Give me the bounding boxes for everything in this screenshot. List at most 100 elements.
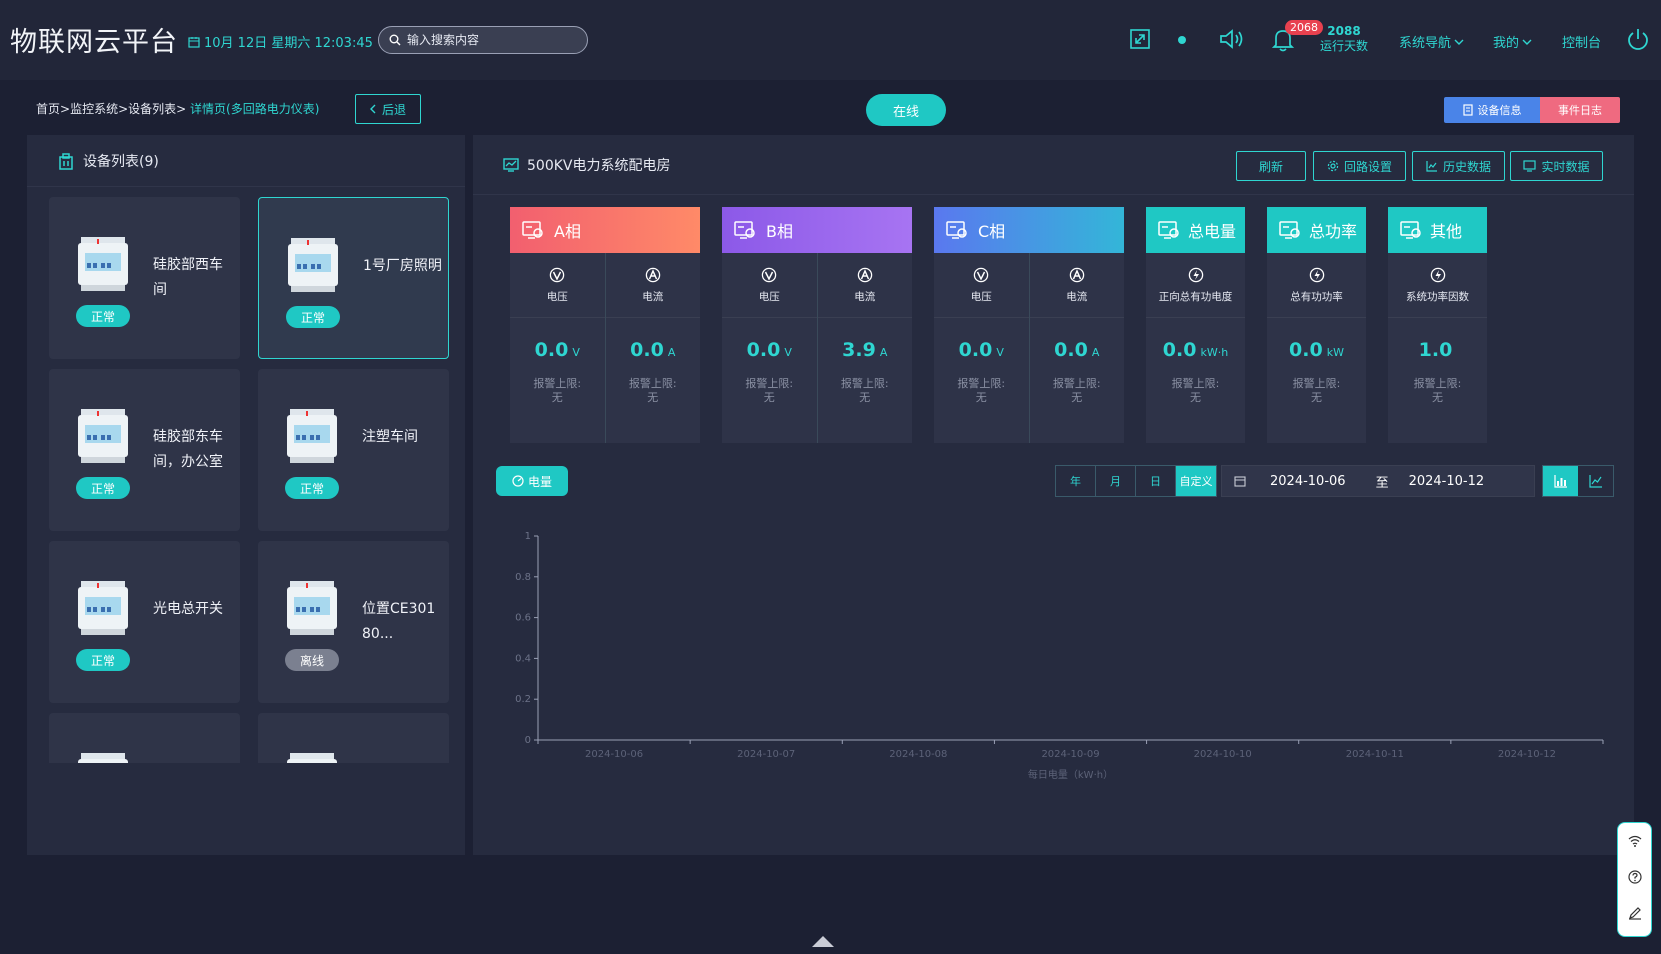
card-title: A相 bbox=[554, 222, 581, 241]
calendar-icon bbox=[188, 36, 200, 48]
chevron-down-icon bbox=[1454, 39, 1464, 45]
period-year[interactable]: 年 bbox=[1056, 466, 1096, 496]
status-badge: 正常 bbox=[285, 477, 339, 499]
volume-icon[interactable] bbox=[1218, 28, 1244, 50]
alarm-limit: 报警上限: 无 bbox=[510, 377, 605, 405]
x-tick-label: 2024-10-09 bbox=[1041, 749, 1099, 760]
phase-c-card: C相 电压 0.0 V 报警上限: 无 电流 0.0 A 报警上限: 无 bbox=[934, 207, 1124, 443]
device-card[interactable]: 硅胶部西车间 正常 bbox=[49, 197, 240, 359]
phase-b-card: B相 电压 0.0 V 报警上限: 无 电流 3.9 A 报警上限: 无 bbox=[722, 207, 912, 443]
loop-settings-label: 回路设置 bbox=[1343, 159, 1392, 174]
breadcrumb-monitor[interactable]: 监控系统 bbox=[70, 102, 118, 116]
date-range-separator: 至 bbox=[1375, 475, 1389, 491]
alarm-value: 无 bbox=[647, 391, 659, 404]
alarm-label: 报警上限: bbox=[1052, 377, 1101, 390]
power-icon[interactable] bbox=[1627, 28, 1649, 50]
metric-unit: A bbox=[667, 346, 676, 359]
gauge-icon bbox=[512, 475, 524, 487]
device-name: 1号厂房照明 bbox=[363, 258, 442, 274]
power-meter-icon bbox=[288, 238, 338, 292]
device-card[interactable]: 硅胶部东车间，办公室 正常 bbox=[49, 369, 240, 531]
energy-tab-button[interactable]: 电量 bbox=[496, 466, 568, 496]
device-monitor-icon bbox=[1158, 221, 1179, 239]
back-button[interactable]: 后退 bbox=[355, 94, 421, 124]
metric-label: 电压 bbox=[758, 291, 780, 303]
refresh-button[interactable]: 刷新 bbox=[1236, 151, 1306, 181]
mine-label: 我的 bbox=[1493, 36, 1520, 51]
y-tick-label: 0.4 bbox=[515, 653, 531, 664]
bar-chart-button[interactable] bbox=[1543, 466, 1578, 496]
x-tick-label: 2024-10-08 bbox=[889, 749, 947, 760]
device-info-label: 设备信息 bbox=[1477, 104, 1522, 117]
power-meter-icon bbox=[78, 237, 128, 291]
device-card[interactable]: 位置CE30180... 离线 bbox=[258, 541, 449, 703]
period-month[interactable]: 月 bbox=[1096, 466, 1136, 496]
building-icon bbox=[59, 152, 73, 170]
event-log-button[interactable]: 事件日志 bbox=[1540, 97, 1620, 123]
collapse-up-icon[interactable] bbox=[812, 936, 834, 947]
period-custom[interactable]: 自定义 bbox=[1176, 466, 1216, 496]
breadcrumb-home[interactable]: 首页 bbox=[36, 102, 60, 116]
metric-value: 0.0 A bbox=[1030, 339, 1125, 361]
card-title: 总功率 bbox=[1309, 222, 1358, 241]
system-nav-label: 系统导航 bbox=[1399, 36, 1452, 51]
card-header: 总电量 bbox=[1146, 207, 1245, 253]
start-date[interactable]: 2024-10-06 bbox=[1270, 474, 1346, 489]
device-grid: 硅胶部西车间 正常 1号厂房照明 正常 硅胶部东车间，办公室 正常 注塑车间 正… bbox=[49, 197, 449, 763]
device-card-selected[interactable]: 1号厂房照明 正常 bbox=[258, 197, 449, 359]
breadcrumb: 首页>监控系统>设备列表> 详情页(多回路电力仪表) bbox=[36, 102, 320, 116]
alarm-limit: 报警上限: 无 bbox=[1146, 377, 1245, 405]
fullscreen-icon[interactable] bbox=[1129, 28, 1151, 50]
metric-label: 电流 bbox=[854, 291, 876, 303]
y-tick-label: 0 bbox=[525, 735, 531, 746]
status-badge: 离线 bbox=[285, 649, 339, 671]
power-meter-icon bbox=[287, 753, 337, 763]
device-info-button[interactable]: 设备信息 bbox=[1444, 97, 1540, 123]
search-box[interactable] bbox=[378, 26, 588, 54]
metric-value: 3.9 A bbox=[818, 339, 913, 361]
chevron-left-icon bbox=[369, 104, 376, 114]
device-monitor-icon bbox=[1279, 221, 1300, 239]
search-input[interactable] bbox=[407, 33, 567, 47]
metric-unit: V bbox=[784, 346, 792, 359]
metric-unit: kW·h bbox=[1200, 346, 1229, 359]
metric-value: 1.0 bbox=[1388, 339, 1487, 361]
metric-number: 0.0 bbox=[746, 339, 781, 361]
line-chart-icon bbox=[1426, 161, 1437, 172]
alarm-label: 报警上限: bbox=[840, 377, 889, 390]
x-tick-label: 2024-10-12 bbox=[1498, 749, 1556, 760]
card-title: 总电量 bbox=[1188, 222, 1237, 241]
breadcrumb-current: 详情页(多回路电力仪表) bbox=[190, 102, 320, 116]
loop-settings-button[interactable]: 回路设置 bbox=[1313, 151, 1406, 181]
bar-chart-icon bbox=[1553, 475, 1567, 488]
device-name: 位置CE30180... bbox=[362, 601, 436, 642]
device-list-title: 设备列表(9) bbox=[83, 153, 159, 170]
device-card[interactable]: 光电总开关 正常 bbox=[49, 541, 240, 703]
line-chart-button[interactable] bbox=[1578, 466, 1613, 496]
device-card[interactable]: 注塑车间 正常 bbox=[258, 369, 449, 531]
help-button[interactable] bbox=[1618, 859, 1651, 895]
device-card[interactable] bbox=[258, 713, 449, 763]
power-meter-icon bbox=[78, 409, 128, 463]
metric-unit: A bbox=[1091, 346, 1100, 359]
device-name: 硅胶部西车间 bbox=[153, 257, 223, 298]
period-day[interactable]: 日 bbox=[1136, 466, 1176, 496]
mine-menu[interactable]: 我的 bbox=[1493, 32, 1532, 51]
alarm-value: 无 bbox=[551, 391, 563, 404]
system-nav-menu[interactable]: 系统导航 bbox=[1399, 32, 1464, 51]
alarm-value: 无 bbox=[1311, 391, 1322, 404]
console-link[interactable]: 控制台 bbox=[1562, 32, 1601, 51]
card-header: C相 bbox=[934, 207, 1124, 253]
realtime-data-button[interactable]: 实时数据 bbox=[1510, 151, 1603, 181]
history-data-button[interactable]: 历史数据 bbox=[1412, 151, 1505, 181]
history-data-label: 历史数据 bbox=[1442, 159, 1491, 174]
end-date[interactable]: 2024-10-12 bbox=[1409, 474, 1485, 489]
status-badge: 正常 bbox=[286, 306, 340, 328]
device-card[interactable] bbox=[49, 713, 240, 763]
breadcrumb-device-list[interactable]: 设备列表 bbox=[128, 102, 176, 116]
wifi-button[interactable] bbox=[1618, 823, 1651, 859]
status-dot-icon[interactable] bbox=[1178, 36, 1186, 44]
alarm-count-badge: 2068 bbox=[1285, 20, 1323, 35]
date-range-picker[interactable]: 2024-10-06 至 2024-10-12 bbox=[1221, 465, 1535, 497]
edit-button[interactable] bbox=[1618, 895, 1651, 931]
